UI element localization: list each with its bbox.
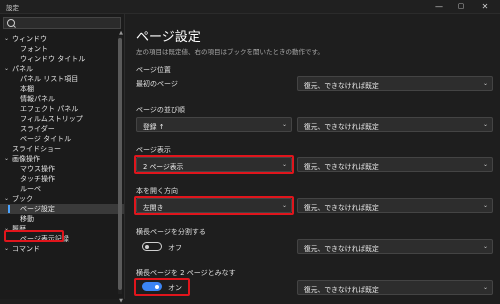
tree-item-window-title[interactable]: ウィンドウ タイトル <box>0 54 124 64</box>
book-direction-restore-dropdown[interactable]: 復元、できなければ既定 ⌄ <box>297 198 493 213</box>
chevron-down-icon: ⌄ <box>482 202 488 209</box>
split-wide-page-toggle-label: オフ <box>168 244 182 252</box>
chevron-down-icon: ⌄ <box>482 243 488 250</box>
minimize-button[interactable]: — <box>430 0 448 13</box>
tree-item-window[interactable]: ⌄ ウィンドウ <box>0 34 124 44</box>
tree-item-filmstrip[interactable]: フィルムストリップ <box>0 114 124 124</box>
tree-item-effect-panel[interactable]: エフェクト パネル <box>0 104 124 114</box>
tree-item-slideshow[interactable]: スライドショー <box>0 144 124 154</box>
page-order-dropdown[interactable]: 登録 ↑ ⌄ <box>136 117 292 132</box>
label-page-position: ページ位置 <box>136 66 171 74</box>
title-bar: 設定 — ▢ ✕ <box>0 0 500 14</box>
chevron-down-icon: ⌄ <box>4 65 10 72</box>
chevron-down-icon: ⌄ <box>482 161 488 168</box>
tree-item-font[interactable]: フォント <box>0 44 124 54</box>
chevron-down-icon: ⌄ <box>4 35 10 42</box>
chevron-down-icon: ⌄ <box>482 121 488 128</box>
scroll-up-icon[interactable]: ▲ <box>119 30 123 36</box>
page-position-value: 最初のページ <box>136 80 178 88</box>
wide-page-as-two-highlight-box <box>134 278 190 296</box>
chevron-down-icon: ⌄ <box>4 155 10 162</box>
tree-item-panel-list[interactable]: パネル リスト項目 <box>0 74 124 84</box>
book-direction-highlight-box <box>134 196 294 215</box>
label-page-mode: ページ表示 <box>136 146 171 154</box>
tree-item-book[interactable]: ⌄ ブック <box>0 194 124 204</box>
main-panel: ページ設定 左の項目は既定値、右の項目はブックを開いたときの動作です。 ページ位… <box>125 14 500 299</box>
split-wide-page-toggle[interactable] <box>142 242 162 251</box>
window-title: 設定 <box>6 4 19 12</box>
chevron-down-icon: ⌄ <box>4 245 10 252</box>
tree-item-command[interactable]: ⌄ コマンド <box>0 244 124 254</box>
page-mode-restore-dropdown[interactable]: 復元、できなければ既定 ⌄ <box>297 157 493 172</box>
search-icon <box>7 19 15 27</box>
wide-page-as-two-restore-dropdown[interactable]: 復元、できなければ既定 ⌄ <box>297 280 493 295</box>
page-title: ページ設定 <box>136 30 201 45</box>
label-split-wide-page: 横長ページを分割する <box>136 228 206 236</box>
tree-item-info-panel[interactable]: 情報パネル <box>0 94 124 104</box>
tree-item-image-operation[interactable]: ⌄ 画像操作 <box>0 154 124 164</box>
chevron-down-icon: ⌄ <box>281 121 287 128</box>
tree-item-touch[interactable]: タッチ操作 <box>0 174 124 184</box>
page-description: 左の項目は既定値、右の項目はブックを開いたときの動作です。 <box>136 48 324 56</box>
sidebar-highlight-box <box>4 230 64 242</box>
maximize-button[interactable]: ▢ <box>452 0 470 13</box>
split-wide-page-restore-dropdown[interactable]: 復元、できなければ既定 ⌄ <box>297 239 493 254</box>
tree-item-move[interactable]: 移動 <box>0 214 124 224</box>
label-wide-page-as-two: 横長ページを 2 ページとみなす <box>136 269 236 277</box>
tree-item-slider[interactable]: スライダー <box>0 124 124 134</box>
tree-item-mouse[interactable]: マウス操作 <box>0 164 124 174</box>
chevron-down-icon: ⌄ <box>4 195 10 202</box>
tree-item-bookshelf[interactable]: 本棚 <box>0 84 124 94</box>
search-input[interactable] <box>3 17 121 29</box>
page-order-restore-dropdown[interactable]: 復元、できなければ既定 ⌄ <box>297 117 493 132</box>
page-position-restore-dropdown[interactable]: 復元、できなければ既定 ⌄ <box>297 76 493 91</box>
close-button[interactable]: ✕ <box>476 0 494 13</box>
tree-item-loupe[interactable]: ルーペ <box>0 184 124 194</box>
label-book-direction: 本を開く方向 <box>136 187 178 195</box>
chevron-down-icon: ⌄ <box>482 284 488 291</box>
sidebar: ⌄ ウィンドウ フォント ウィンドウ タイトル ⌄ パネル パネル リスト項目 本棚… <box>0 14 125 304</box>
tree-item-panel[interactable]: ⌄ パネル <box>0 64 124 74</box>
sidebar-scrollbar-thumb[interactable] <box>118 38 122 290</box>
tree-item-page-title[interactable]: ページ タイトル <box>0 134 124 144</box>
chevron-down-icon: ⌄ <box>482 80 488 87</box>
tree-item-page-settings[interactable]: ページ設定 <box>0 204 124 214</box>
page-mode-highlight-box <box>134 155 294 174</box>
label-page-order: ページの並び順 <box>136 106 185 114</box>
